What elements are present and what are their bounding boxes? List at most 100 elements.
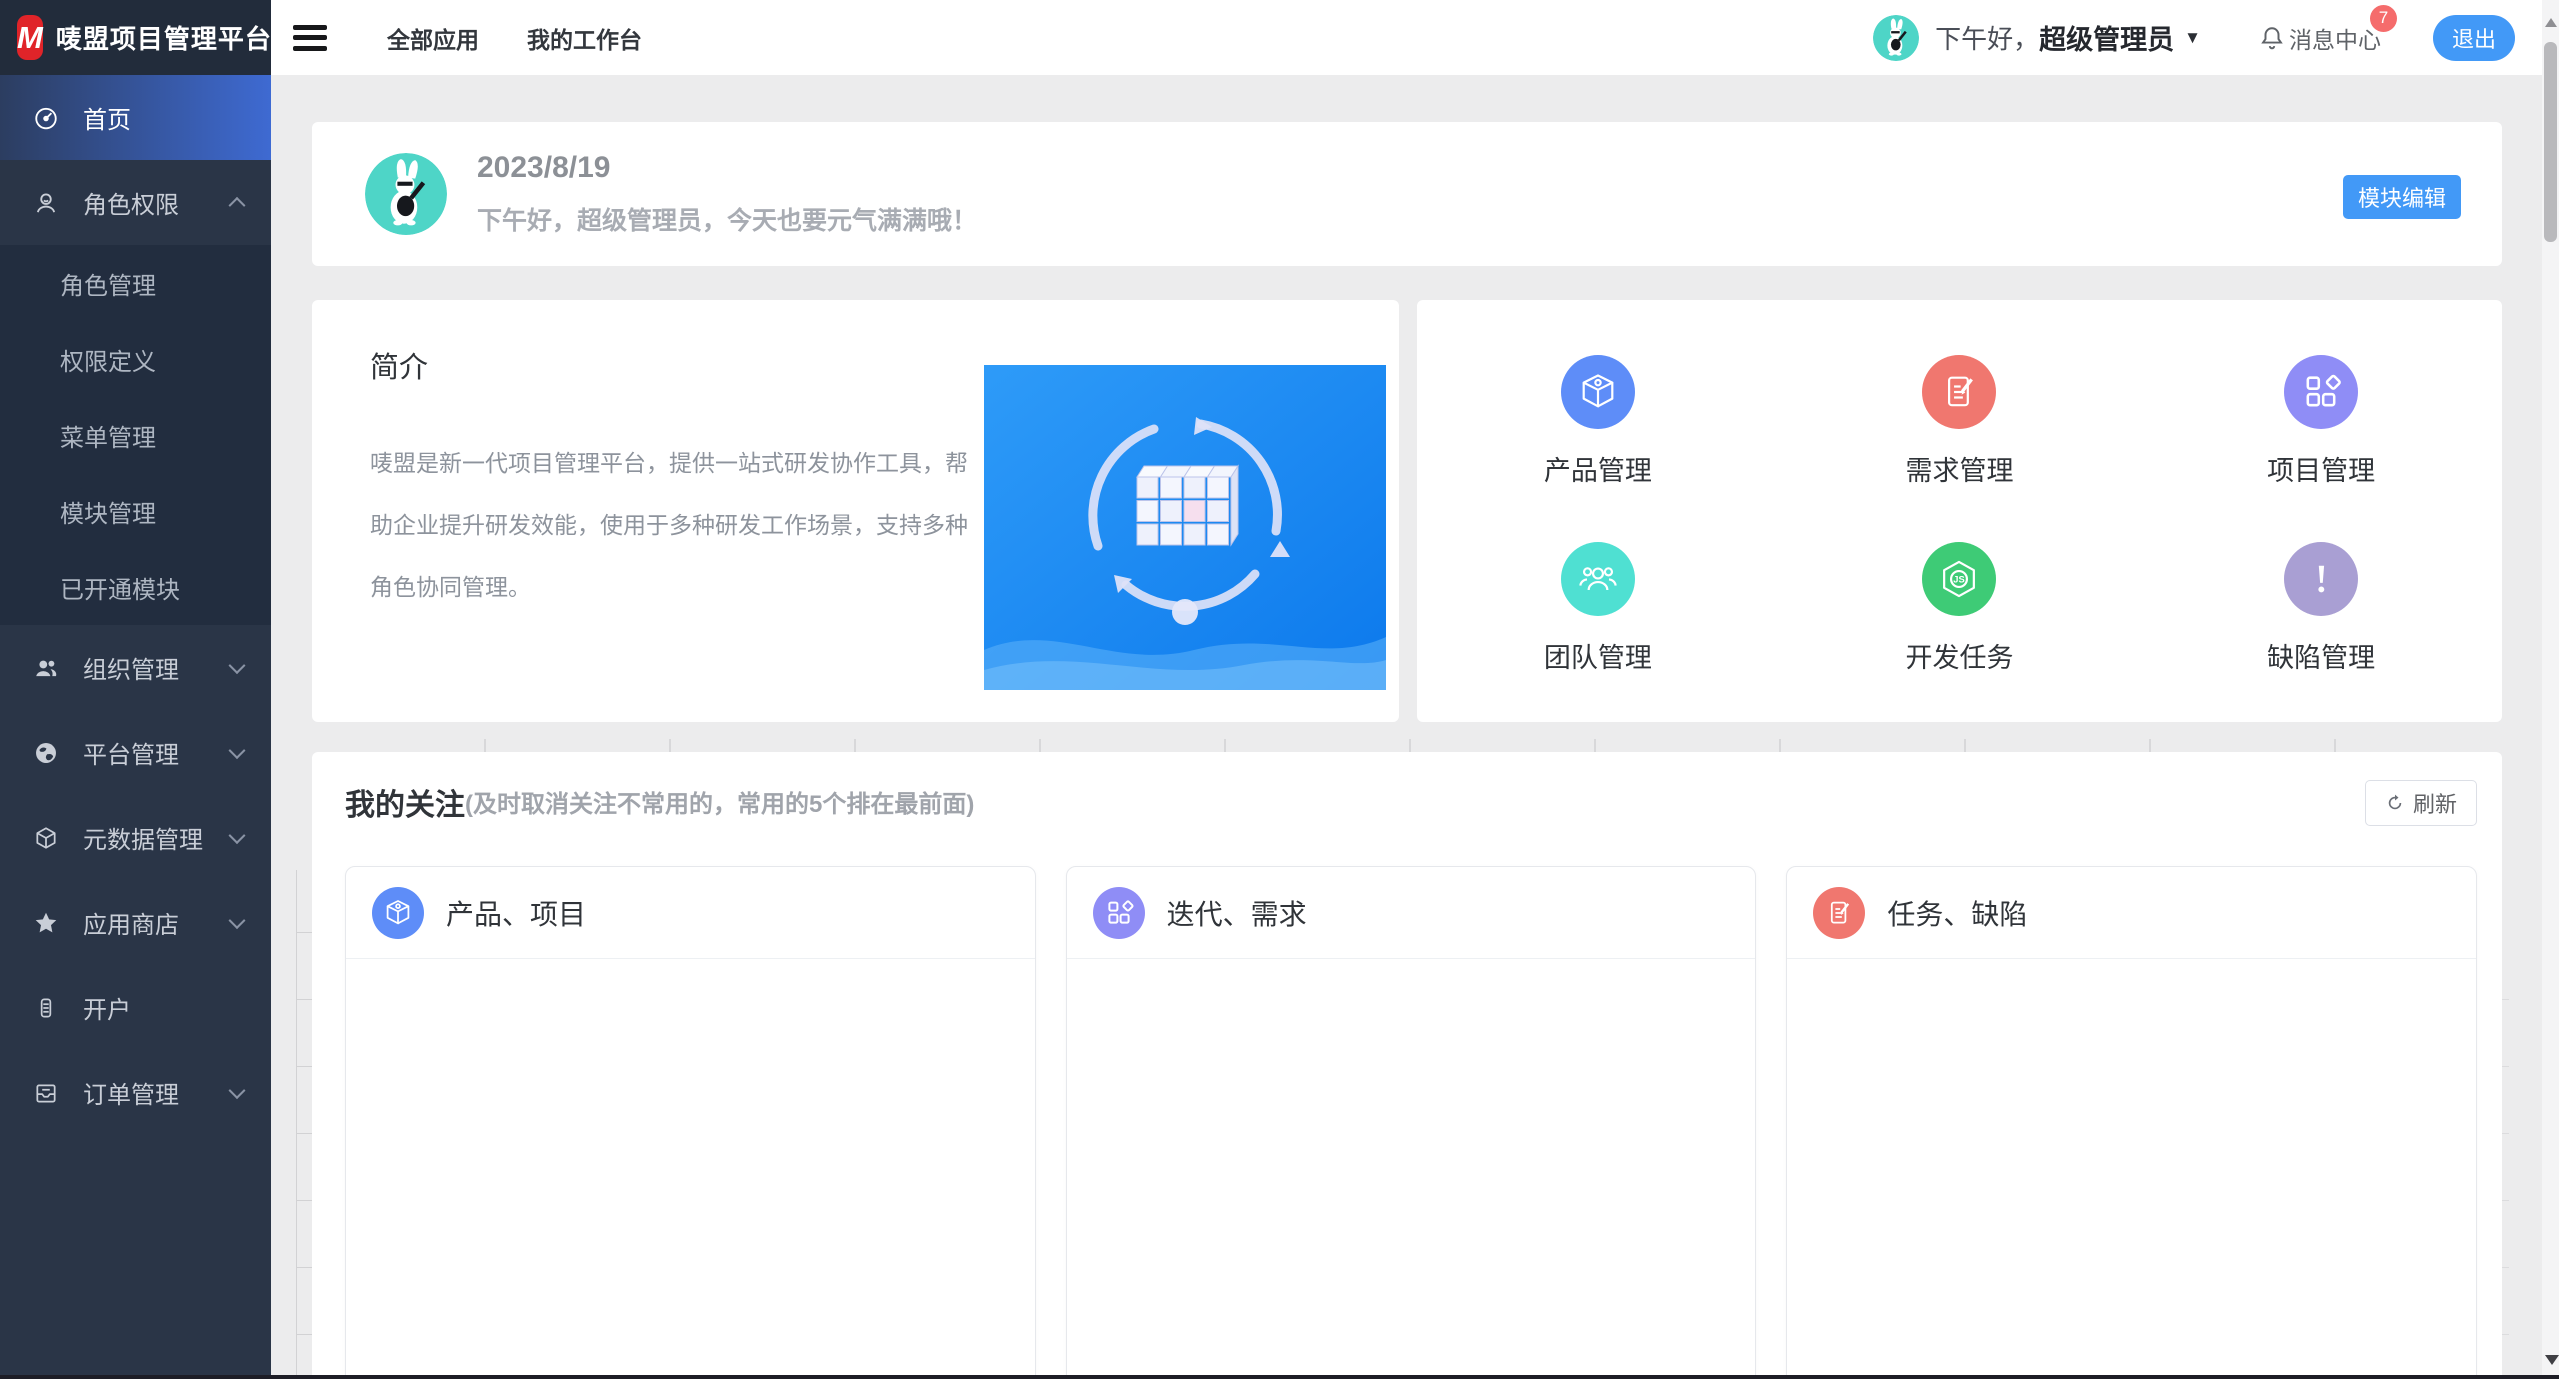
- sidebar-label: 首页: [83, 100, 131, 135]
- sidebar-subitem-role-mgmt[interactable]: 角色管理: [0, 245, 271, 321]
- nav-my-workbench[interactable]: 我的工作台: [527, 21, 642, 55]
- globe-icon: [33, 740, 59, 766]
- star-icon: [33, 910, 59, 936]
- favorites-header: 我的关注 (及时取消关注不常用的，常用的5个排在最前面) 刷新: [345, 780, 2477, 826]
- sidebar-label: 开户: [83, 990, 131, 1025]
- module-defect-mgmt[interactable]: 缺陷管理: [2140, 515, 2502, 702]
- chart-tick-row: [312, 739, 2502, 752]
- chevron-down-icon: [229, 742, 246, 759]
- sidebar-label: 平台管理: [83, 735, 179, 770]
- module-label: 产品管理: [1544, 449, 1652, 488]
- header-right: 下午好， 超级管理员 ▼ 消息中心 7 退出: [1873, 15, 2559, 61]
- nav-all-apps[interactable]: 全部应用: [387, 21, 479, 55]
- modules-card: 产品管理 需求管理 项目管理: [1417, 300, 2502, 722]
- doc-edit-icon: [1823, 897, 1855, 929]
- intro-card: 简介 唛盟是新一代项目管理平台，提供一站式研发协作工具，帮助企业提升研发效能，使…: [312, 300, 1399, 722]
- rabbit-avatar-icon: [365, 153, 447, 235]
- logo: M 唛盟项目管理平台: [0, 0, 271, 75]
- welcome-avatar: [365, 153, 447, 235]
- organization-icon: [33, 655, 59, 681]
- logo-m-icon: M: [17, 15, 43, 60]
- favorites-card-header: 任务、缺陷: [1787, 867, 2476, 959]
- sidebar-item-platform-mgmt[interactable]: 平台管理: [0, 710, 271, 795]
- cube-icon: [1576, 370, 1620, 414]
- user-avatar[interactable]: [1873, 15, 1919, 61]
- order-inbox-icon: [33, 1080, 59, 1106]
- favorites-subtitle: (及时取消关注不常用的，常用的5个排在最前面): [465, 784, 974, 819]
- scrollbar-thumb[interactable]: [2544, 42, 2557, 242]
- refresh-icon: [2385, 793, 2405, 813]
- module-product-mgmt[interactable]: 产品管理: [1417, 328, 1779, 515]
- message-badge: 7: [2370, 5, 2397, 32]
- sidebar-item-app-store[interactable]: 应用商店: [0, 880, 271, 965]
- favorites-card-label: 产品、项目: [446, 893, 586, 933]
- sidebar-subitem-module-mgmt[interactable]: 模块管理: [0, 473, 271, 549]
- sidebar-label: 订单管理: [83, 1075, 179, 1110]
- sidebar-item-open-account[interactable]: 开户: [0, 965, 271, 1050]
- favorites-card-tasks-defects: 任务、缺陷: [1786, 866, 2477, 1379]
- favorites-card-header: 产品、项目: [346, 867, 1035, 959]
- welcome-texts: 2023/8/19 下午好，超级管理员，今天也要元气满满哦！: [477, 151, 977, 237]
- cube-icon: [382, 897, 414, 929]
- sidebar: 首页 角色权限 角色管理 权限定义 菜单管理 模块管理 已开通模块 组织管理: [0, 75, 271, 1379]
- metadata-cube-icon: [33, 825, 59, 851]
- module-team-mgmt[interactable]: 团队管理: [1417, 515, 1779, 702]
- menu-toggle-icon[interactable]: [293, 25, 327, 51]
- module-label: 项目管理: [2267, 449, 2375, 488]
- module-dev-tasks[interactable]: JS 开发任务: [1779, 515, 2141, 702]
- sidebar-subitem-permission-def[interactable]: 权限定义: [0, 321, 271, 397]
- bell-icon: [2259, 25, 2285, 51]
- sidebar-item-role-permissions[interactable]: 角色权限: [0, 160, 271, 245]
- favorites-section: 我的关注 (及时取消关注不常用的，常用的5个排在最前面) 刷新: [312, 752, 2502, 1376]
- greeting-prefix: 下午好，: [1935, 19, 2039, 56]
- sidebar-label: 角色权限: [83, 185, 179, 220]
- welcome-greeting: 下午好，超级管理员，今天也要元气满满哦！: [477, 201, 977, 237]
- favorites-card-label: 任务、缺陷: [1887, 893, 2027, 933]
- chevron-down-icon: [229, 912, 246, 929]
- app-root: M 唛盟项目管理平台 全部应用 我的工作台: [0, 0, 2559, 1379]
- refresh-button[interactable]: 刷新: [2365, 780, 2477, 826]
- chevron-down-icon: [229, 1082, 246, 1099]
- chevron-down-icon: [229, 657, 246, 674]
- sidebar-item-metadata-mgmt[interactable]: 元数据管理: [0, 795, 271, 880]
- chart-left-ticks: [296, 932, 313, 1378]
- user-name: 超级管理员: [2039, 18, 2174, 57]
- components-icon: [1103, 897, 1135, 929]
- intro-text: 唛盟是新一代项目管理平台，提供一站式研发协作工具，帮助企业提升研发效能，使用于多…: [370, 432, 976, 618]
- rabbit-avatar-icon: [1873, 15, 1919, 61]
- sidebar-item-home[interactable]: 首页: [0, 75, 271, 160]
- components-icon: [2299, 370, 2343, 414]
- favorites-cards: 产品、项目 迭代、需求: [345, 866, 2477, 1379]
- sidebar-item-org-mgmt[interactable]: 组织管理: [0, 625, 271, 710]
- scroll-down-icon[interactable]: [2545, 1355, 2559, 1365]
- dashboard-icon: [33, 105, 59, 131]
- module-requirement-mgmt[interactable]: 需求管理: [1779, 328, 2141, 515]
- scroll-up-icon[interactable]: [2545, 18, 2557, 27]
- logout-button[interactable]: 退出: [2433, 15, 2515, 61]
- window-bottom-edge: [0, 1375, 2559, 1379]
- module-edit-button[interactable]: 模块编辑: [2343, 175, 2461, 219]
- nodejs-icon: JS: [1937, 557, 1981, 601]
- sidebar-label: 元数据管理: [83, 820, 203, 855]
- module-project-mgmt[interactable]: 项目管理: [2140, 328, 2502, 515]
- sidebar-subitem-opened-modules[interactable]: 已开通模块: [0, 549, 271, 625]
- vertical-scrollbar[interactable]: [2542, 0, 2559, 1379]
- sidebar-item-order-mgmt[interactable]: 订单管理: [0, 1050, 271, 1135]
- chevron-up-icon: [229, 196, 246, 213]
- favorites-card-products-projects: 产品、项目: [345, 866, 1036, 1379]
- favorites-card-iterations-requirements: 迭代、需求: [1066, 866, 1757, 1379]
- exclamation-icon: [2299, 557, 2343, 601]
- sidebar-subitem-menu-mgmt[interactable]: 菜单管理: [0, 397, 271, 473]
- message-center[interactable]: 消息中心 7: [2259, 21, 2381, 55]
- team-icon: [1576, 557, 1620, 601]
- top-header: M 唛盟项目管理平台 全部应用 我的工作台: [0, 0, 2559, 75]
- message-center-label: 消息中心: [2289, 21, 2381, 55]
- user-menu[interactable]: 下午好， 超级管理员 ▼: [1935, 18, 2201, 57]
- module-label: 开发任务: [1905, 636, 2013, 675]
- top-nav: 全部应用 我的工作台: [387, 21, 642, 55]
- welcome-date: 2023/8/19: [477, 151, 977, 185]
- account-stack-icon: [33, 995, 59, 1021]
- module-label: 缺陷管理: [2267, 636, 2375, 675]
- welcome-card: 2023/8/19 下午好，超级管理员，今天也要元气满满哦！ 模块编辑: [312, 122, 2502, 266]
- role-user-icon: [33, 190, 59, 216]
